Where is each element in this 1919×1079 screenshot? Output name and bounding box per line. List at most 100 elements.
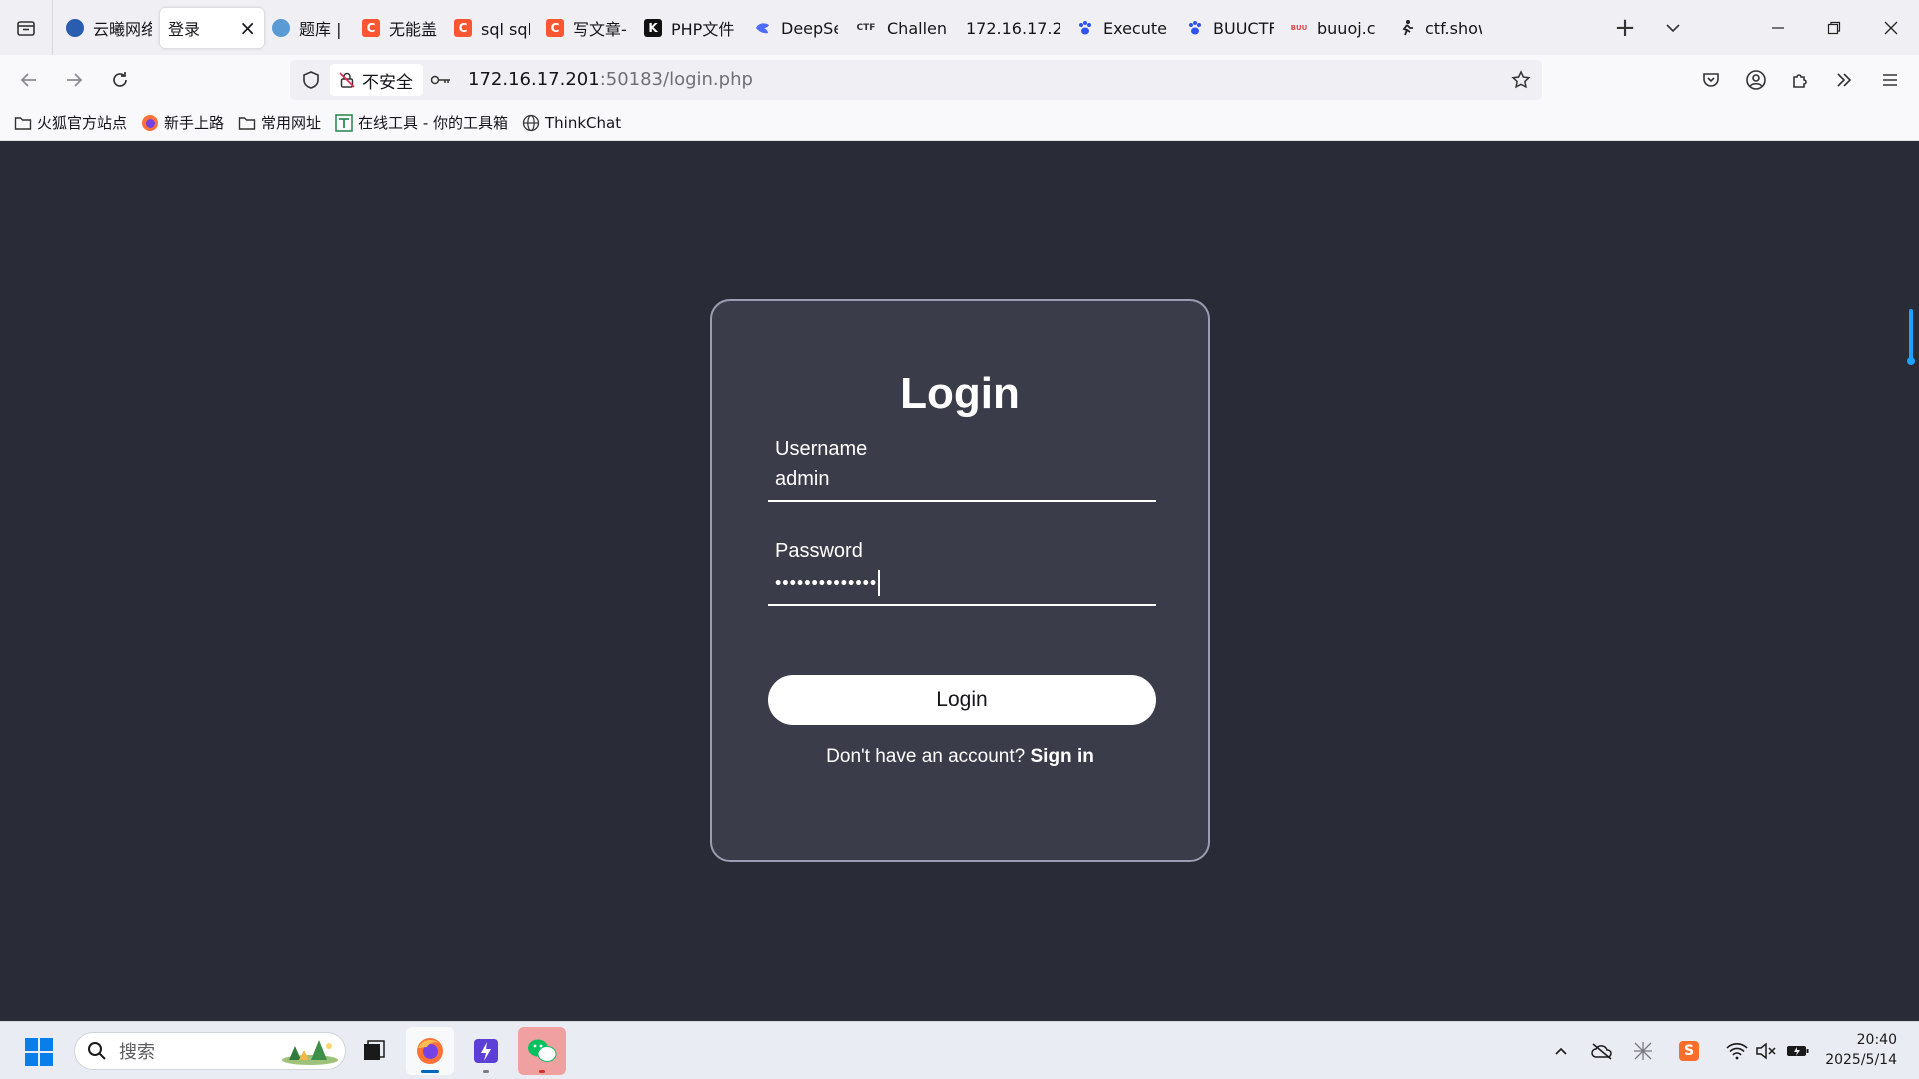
permissions-button[interactable] (428, 60, 454, 100)
taskbar-app-purple[interactable] (462, 1027, 510, 1075)
bookmark-item[interactable]: 在线工具 - 你的工具箱 (335, 112, 508, 133)
tab-title: 无能盖 (389, 20, 438, 39)
battery-button[interactable] (1783, 1036, 1813, 1066)
bookmark-item[interactable]: ThinkChat (522, 114, 621, 132)
login-button[interactable]: Login (768, 675, 1156, 725)
cloud-favicon-icon (66, 19, 84, 37)
tab-title: 172.16.17.2 (966, 18, 1060, 38)
password-underline (768, 604, 1156, 606)
taskbar-task-view[interactable] (350, 1027, 398, 1075)
firefox-icon (141, 114, 159, 132)
connection-insecure-button[interactable]: 不安全 (330, 64, 423, 96)
new-tab-button[interactable]: + (1610, 8, 1640, 48)
wifi-button[interactable] (1723, 1036, 1751, 1066)
minimize-button[interactable] (1750, 0, 1806, 55)
bookmark-item[interactable]: 新手上路 (141, 112, 224, 133)
battery-charging-icon (1787, 1046, 1809, 1056)
tab-login[interactable]: 登录 × (160, 8, 264, 48)
search-icon (88, 1042, 106, 1060)
scroll-indicator-dot (1907, 357, 1915, 365)
extensions-button[interactable] (1783, 63, 1817, 97)
tab-buuoj[interactable]: BUU buuoj.c (1282, 8, 1390, 48)
password-mask: •••••••••••••• (775, 572, 878, 593)
forward-button[interactable] (57, 63, 91, 97)
url-bar[interactable]: 不安全 172.16.17.201:50183/login.php (290, 60, 1542, 100)
signup-prompt: Don't have an account? Sign in (712, 746, 1208, 768)
tab-strip: 云曦网络 登录 × 题库 | N C 无能盖 C sql sql集 C 写文章-… (0, 0, 1919, 55)
account-button[interactable] (1739, 63, 1773, 97)
lock-slash-icon (339, 72, 355, 88)
tab-title: PHP文件 (671, 20, 735, 39)
app-menu-button[interactable] (1873, 63, 1907, 97)
paw-favicon-icon (1076, 19, 1094, 37)
tab-list-button[interactable] (0, 0, 53, 55)
arrow-right-icon (67, 73, 83, 87)
close-window-button[interactable] (1863, 0, 1919, 55)
reload-icon (113, 72, 127, 87)
start-button[interactable] (24, 1037, 54, 1067)
back-button[interactable] (12, 63, 46, 97)
sign-in-link[interactable]: Sign in (1031, 746, 1094, 767)
bookmark-label: ThinkChat (545, 113, 622, 132)
tab-ctfshow[interactable]: ctf.show (1390, 8, 1490, 48)
key-icon (430, 75, 450, 85)
bookmark-star-button[interactable] (1506, 60, 1536, 100)
tab-csdn-3[interactable]: C 写文章- (538, 8, 636, 48)
list-all-tabs-button[interactable] (1658, 8, 1688, 48)
tab-ip[interactable]: 172.16.17.2 (958, 8, 1068, 48)
sogou-input-button[interactable]: S (1676, 1036, 1702, 1066)
windows-logo-icon (25, 1038, 53, 1066)
csdn-favicon-icon: C (546, 19, 564, 37)
shield-icon (303, 71, 319, 89)
show-hidden-icons-button[interactable] (1548, 1036, 1574, 1066)
wifi-icon (1726, 1043, 1748, 1060)
search-placeholder: 搜索 (119, 1042, 155, 1063)
username-input[interactable]: admin (775, 468, 829, 491)
bookmark-label: 在线工具 - 你的工具箱 (358, 114, 508, 132)
restore-button[interactable] (1806, 0, 1862, 55)
tray-app-button[interactable] (1629, 1036, 1657, 1066)
ctf-favicon-icon: CTF (856, 23, 876, 33)
volume-button[interactable] (1752, 1036, 1780, 1066)
close-tab-icon[interactable]: × (239, 16, 256, 40)
scroll-indicator[interactable] (1909, 309, 1913, 361)
chevron-double-right-icon (1837, 73, 1852, 87)
tab-deepseek[interactable]: DeepSe (746, 8, 846, 48)
tab-title: ctf.show (1425, 18, 1482, 38)
taskbar-search[interactable]: 搜索 (74, 1032, 346, 1070)
taskbar-firefox[interactable] (406, 1027, 454, 1075)
onedrive-tray-button[interactable] (1588, 1036, 1616, 1066)
taskbar-wechat[interactable] (518, 1027, 566, 1075)
password-field[interactable]: Password •••••••••••••• (768, 540, 1156, 606)
username-field[interactable]: Username admin (768, 438, 1156, 502)
reload-button[interactable] (103, 63, 137, 97)
login-card: Login Username admin Password ••••••••••… (710, 299, 1210, 862)
sogou-icon: S (1679, 1041, 1699, 1061)
tab-execute[interactable]: Execute (1068, 8, 1178, 48)
navigation-toolbar: 不安全 172.16.17.201:50183/login.php (0, 55, 1919, 105)
tab-php[interactable]: K PHP文件 (636, 8, 746, 48)
csdn-favicon-icon: C (454, 19, 472, 37)
bookmark-label: 新手上路 (164, 114, 225, 132)
url-host: 172.16.17.201 (468, 69, 600, 90)
tracking-protection-button[interactable] (298, 60, 324, 100)
folder-icon (238, 115, 256, 131)
bookmark-item[interactable]: 常用网址 (238, 112, 321, 133)
url-text[interactable]: 172.16.17.201:50183/login.php (468, 60, 753, 100)
bookmark-item[interactable]: 火狐官方站点 (14, 112, 127, 133)
tab-tiku[interactable]: 题库 | N (264, 8, 354, 48)
overflow-menu-button[interactable] (1827, 63, 1861, 97)
system-clock[interactable]: 20:40 2025/5/14 (1825, 1030, 1897, 1070)
tab-challenge[interactable]: CTF Challen (846, 8, 958, 48)
tab-buuctf[interactable]: BUUCTF (1178, 8, 1282, 48)
globe-icon (522, 114, 540, 132)
tab-csdn-1[interactable]: C 无能盖 (354, 8, 446, 48)
tab-yunxi[interactable]: 云曦网络 (58, 8, 160, 48)
page-viewport: Login Username admin Password ••••••••••… (0, 141, 1919, 1021)
password-input[interactable]: •••••••••••••• (775, 570, 881, 596)
password-label: Password (775, 540, 863, 562)
tab-title: BUUCTF (1213, 18, 1274, 38)
tab-csdn-2[interactable]: C sql sql集 (446, 8, 538, 48)
star-icon (1511, 70, 1531, 89)
pocket-button[interactable] (1694, 63, 1728, 97)
